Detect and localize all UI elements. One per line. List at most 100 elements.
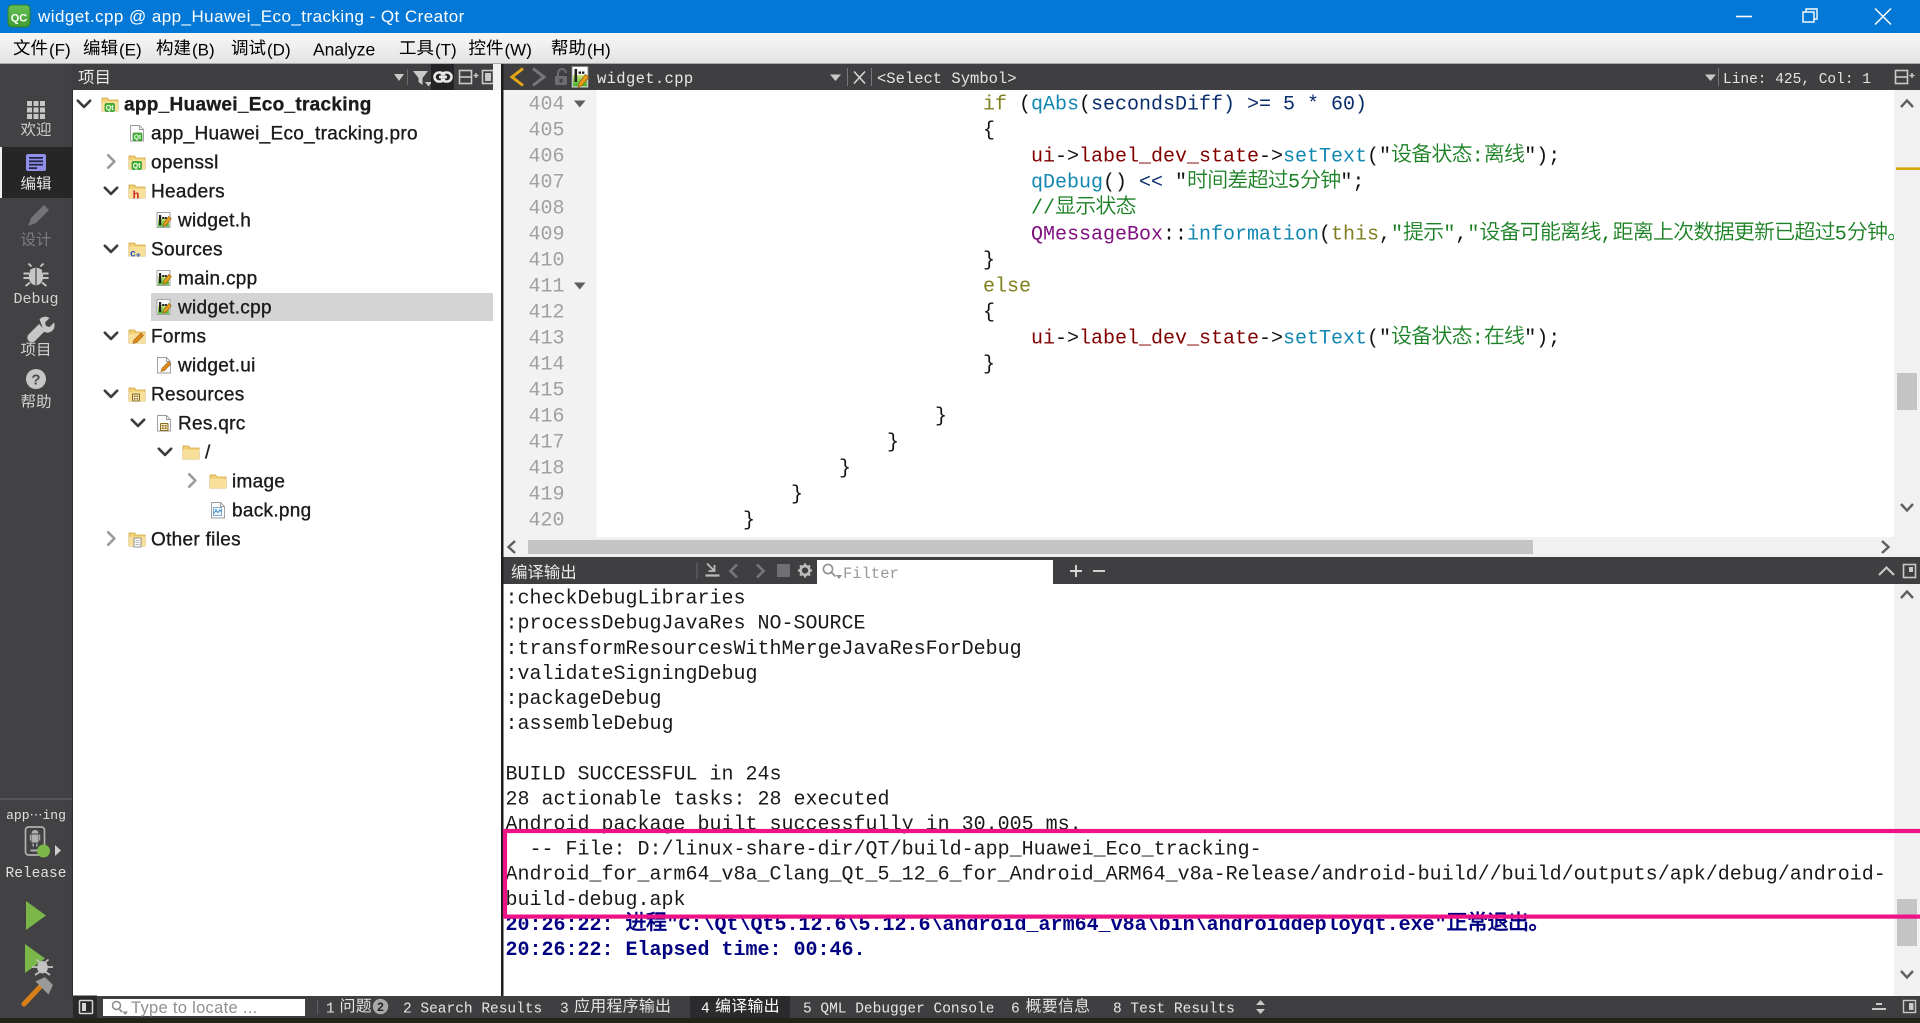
- svg-text:": ": [1443, 224, 1455, 247]
- svg-text:secondsDiff: secondsDiff: [1091, 94, 1223, 117]
- svg-text:Type to locate ...: Type to locate ...: [131, 999, 257, 1017]
- svg-text:QMessageBox: QMessageBox: [1031, 224, 1163, 247]
- svg-text:Android_for_arm64_v8a_Clang_Qt: Android_for_arm64_v8a_Clang_Qt_5_12_6_fo…: [506, 864, 1886, 887]
- svg-text:";: ";: [1340, 172, 1364, 195]
- svg-text:openssl: openssl: [151, 152, 219, 173]
- svg-text:Release: Release: [6, 866, 67, 882]
- svg-text:(: (: [1319, 224, 1331, 247]
- svg-text:5: 5: [1288, 172, 1300, 195]
- svg-text:,: ,: [1601, 224, 1613, 247]
- svg-text:Res.qrc: Res.qrc: [178, 413, 246, 434]
- svg-text:) >= 5 * 60): ) >= 5 * 60): [1223, 94, 1367, 117]
- svg-text:this: this: [1331, 224, 1379, 247]
- svg-text::processDebugJavaRes NO-SOURCE: :processDebugJavaRes NO-SOURCE: [506, 613, 866, 636]
- svg-text:(: (: [1007, 94, 1031, 117]
- svg-text:(D): (D): [267, 41, 291, 60]
- svg-text:406: 406: [528, 146, 564, 169]
- svg-text:(): (): [1103, 172, 1139, 195]
- svg-text:h: h: [133, 190, 140, 202]
- svg-text:Filter: Filter: [843, 565, 899, 583]
- svg-text:widget.h: widget.h: [177, 210, 251, 231]
- svg-text:}: }: [743, 510, 755, 533]
- svg-text:Qt: Qt: [106, 105, 114, 112]
- svg-text:(W): (W): [505, 41, 532, 60]
- svg-text:": ": [1163, 172, 1187, 195]
- svg-text:1: 1: [326, 1002, 343, 1018]
- svg-text:408: 408: [528, 198, 564, 221]
- svg-text:qAbs: qAbs: [1031, 94, 1079, 117]
- svg-text:411: 411: [528, 276, 564, 299]
- svg-text:(": (": [1367, 328, 1391, 351]
- svg-text:label_dev_state: label_dev_state: [1079, 328, 1259, 351]
- svg-text:412: 412: [528, 302, 564, 325]
- svg-text::: :: [1472, 328, 1484, 351]
- svg-text:widget.cpp @ app_Huawei_Eco_tr: widget.cpp @ app_Huawei_Eco_tracking - Q…: [37, 7, 465, 26]
- svg-text:407: 407: [528, 172, 564, 195]
- svg-text:413: 413: [528, 328, 564, 351]
- svg-text:information: information: [1187, 224, 1319, 247]
- svg-text:Debug: Debug: [13, 291, 58, 308]
- svg-text:back.png: back.png: [232, 500, 312, 521]
- svg-text::checkDebugLibraries: :checkDebugLibraries: [506, 588, 746, 611]
- svg-text:setText: setText: [1283, 146, 1367, 169]
- svg-text:405: 405: [528, 120, 564, 143]
- svg-text:build-debug.apk: build-debug.apk: [506, 889, 686, 912]
- svg-text:6: 6: [1011, 1002, 1028, 1018]
- svg-text:418: 418: [528, 458, 564, 481]
- svg-text:409: 409: [528, 224, 564, 247]
- svg-text:widget.ui: widget.ui: [177, 355, 256, 376]
- svg-text:415: 415: [528, 380, 564, 403]
- svg-text:QC: QC: [11, 13, 28, 25]
- svg-text:/: /: [205, 442, 211, 463]
- svg-text:2: 2: [377, 1000, 384, 1014]
- svg-text:BUILD SUCCESSFUL in 24s: BUILD SUCCESSFUL in 24s: [506, 763, 782, 786]
- svg-text:(E): (E): [119, 41, 142, 60]
- svg-text:,: ,: [1455, 224, 1467, 247]
- svg-text:}: }: [887, 432, 899, 455]
- svg-text:<<: <<: [1139, 172, 1163, 195]
- svg-text::transformResourcesWithMergeJa: :transformResourcesWithMergeJavaResForDe…: [506, 638, 1022, 661]
- svg-text:->: ->: [1055, 146, 1079, 169]
- svg-text:(H): (H): [587, 41, 611, 60]
- svg-text:20:26:22: Elapsed time: 00:46.: 20:26:22: Elapsed time: 00:46.: [506, 939, 866, 962]
- svg-text::packageDebug: :packageDebug: [506, 688, 662, 711]
- svg-text:3: 3: [560, 1002, 577, 1018]
- svg-text:");: ");: [1524, 146, 1560, 169]
- svg-text:8 Test Results: 8 Test Results: [1113, 1002, 1235, 1018]
- svg-text:->: ->: [1055, 328, 1079, 351]
- svg-text:label_dev_state: label_dev_state: [1079, 146, 1259, 169]
- svg-text:Analyze: Analyze: [313, 40, 375, 60]
- svg-text::validateSigningDebug: :validateSigningDebug: [506, 663, 758, 686]
- svg-text:}: }: [791, 484, 803, 507]
- svg-text:}: }: [935, 406, 947, 429]
- svg-text:setText: setText: [1283, 328, 1367, 351]
- svg-text:": ": [1467, 224, 1479, 247]
- svg-text:(B): (B): [192, 41, 215, 60]
- svg-text://: //: [1031, 198, 1055, 221]
- svg-text:->: ->: [1259, 328, 1283, 351]
- svg-text:Line: 425, Col: 1: Line: 425, Col: 1: [1723, 72, 1871, 88]
- svg-text:Sources: Sources: [151, 239, 223, 260]
- svg-text:414: 414: [528, 354, 564, 377]
- svg-text::: :: [1472, 146, 1484, 169]
- svg-text:<Select Symbol>: <Select Symbol>: [877, 70, 1017, 88]
- svg-text:Forms: Forms: [151, 326, 206, 347]
- svg-text:image: image: [232, 471, 285, 492]
- svg-text:Qt: Qt: [133, 163, 141, 170]
- svg-text:if: if: [983, 94, 1007, 117]
- svg-text:app_Huawei_Eco_tracking.pro: app_Huawei_Eco_tracking.pro: [151, 123, 418, 144]
- svg-text:::: ::: [1163, 224, 1187, 247]
- svg-text:ui: ui: [1031, 146, 1055, 169]
- svg-text:ui: ui: [1031, 328, 1055, 351]
- svg-text:417: 417: [528, 432, 564, 455]
- svg-text:(T): (T): [435, 41, 457, 60]
- svg-text:app⋯ing: app⋯ing: [6, 808, 66, 823]
- svg-text:}: }: [983, 250, 995, 273]
- svg-text:419: 419: [528, 484, 564, 507]
- svg-text:(F): (F): [49, 41, 71, 60]
- svg-text:{: {: [983, 302, 995, 325]
- svg-text:app_Huawei_Eco_tracking: app_Huawei_Eco_tracking: [124, 94, 372, 115]
- svg-text:c₊: c₊: [130, 249, 141, 260]
- svg-text:?: ?: [31, 372, 40, 389]
- svg-text:->: ->: [1259, 146, 1283, 169]
